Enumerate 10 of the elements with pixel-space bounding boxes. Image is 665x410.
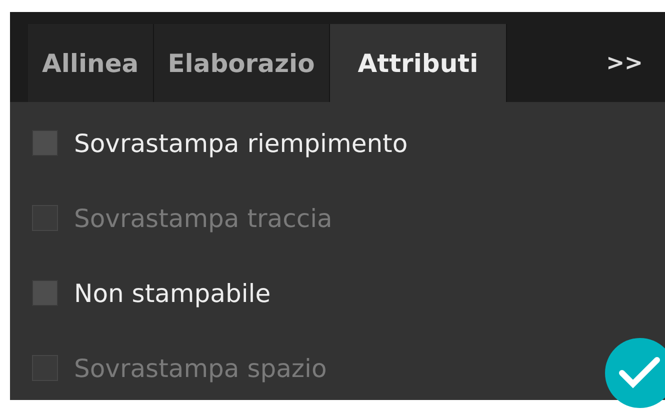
checkbox-label: Sovrastampa riempimento <box>74 128 408 158</box>
checkbox-label: Non stampabile <box>74 278 271 308</box>
checkbox[interactable] <box>32 130 58 156</box>
panel-tab[interactable]: Allinea <box>28 24 154 102</box>
checkbox[interactable] <box>32 280 58 306</box>
checkbox-label: Sovrastampa traccia <box>74 204 332 232</box>
checkbox-label: Sovrastampa spazio <box>74 354 327 382</box>
panel-tab[interactable]: Elaborazio <box>154 24 330 102</box>
overflow-button[interactable]: >> <box>584 24 665 102</box>
panel-tab[interactable]: Attributi <box>330 24 508 102</box>
